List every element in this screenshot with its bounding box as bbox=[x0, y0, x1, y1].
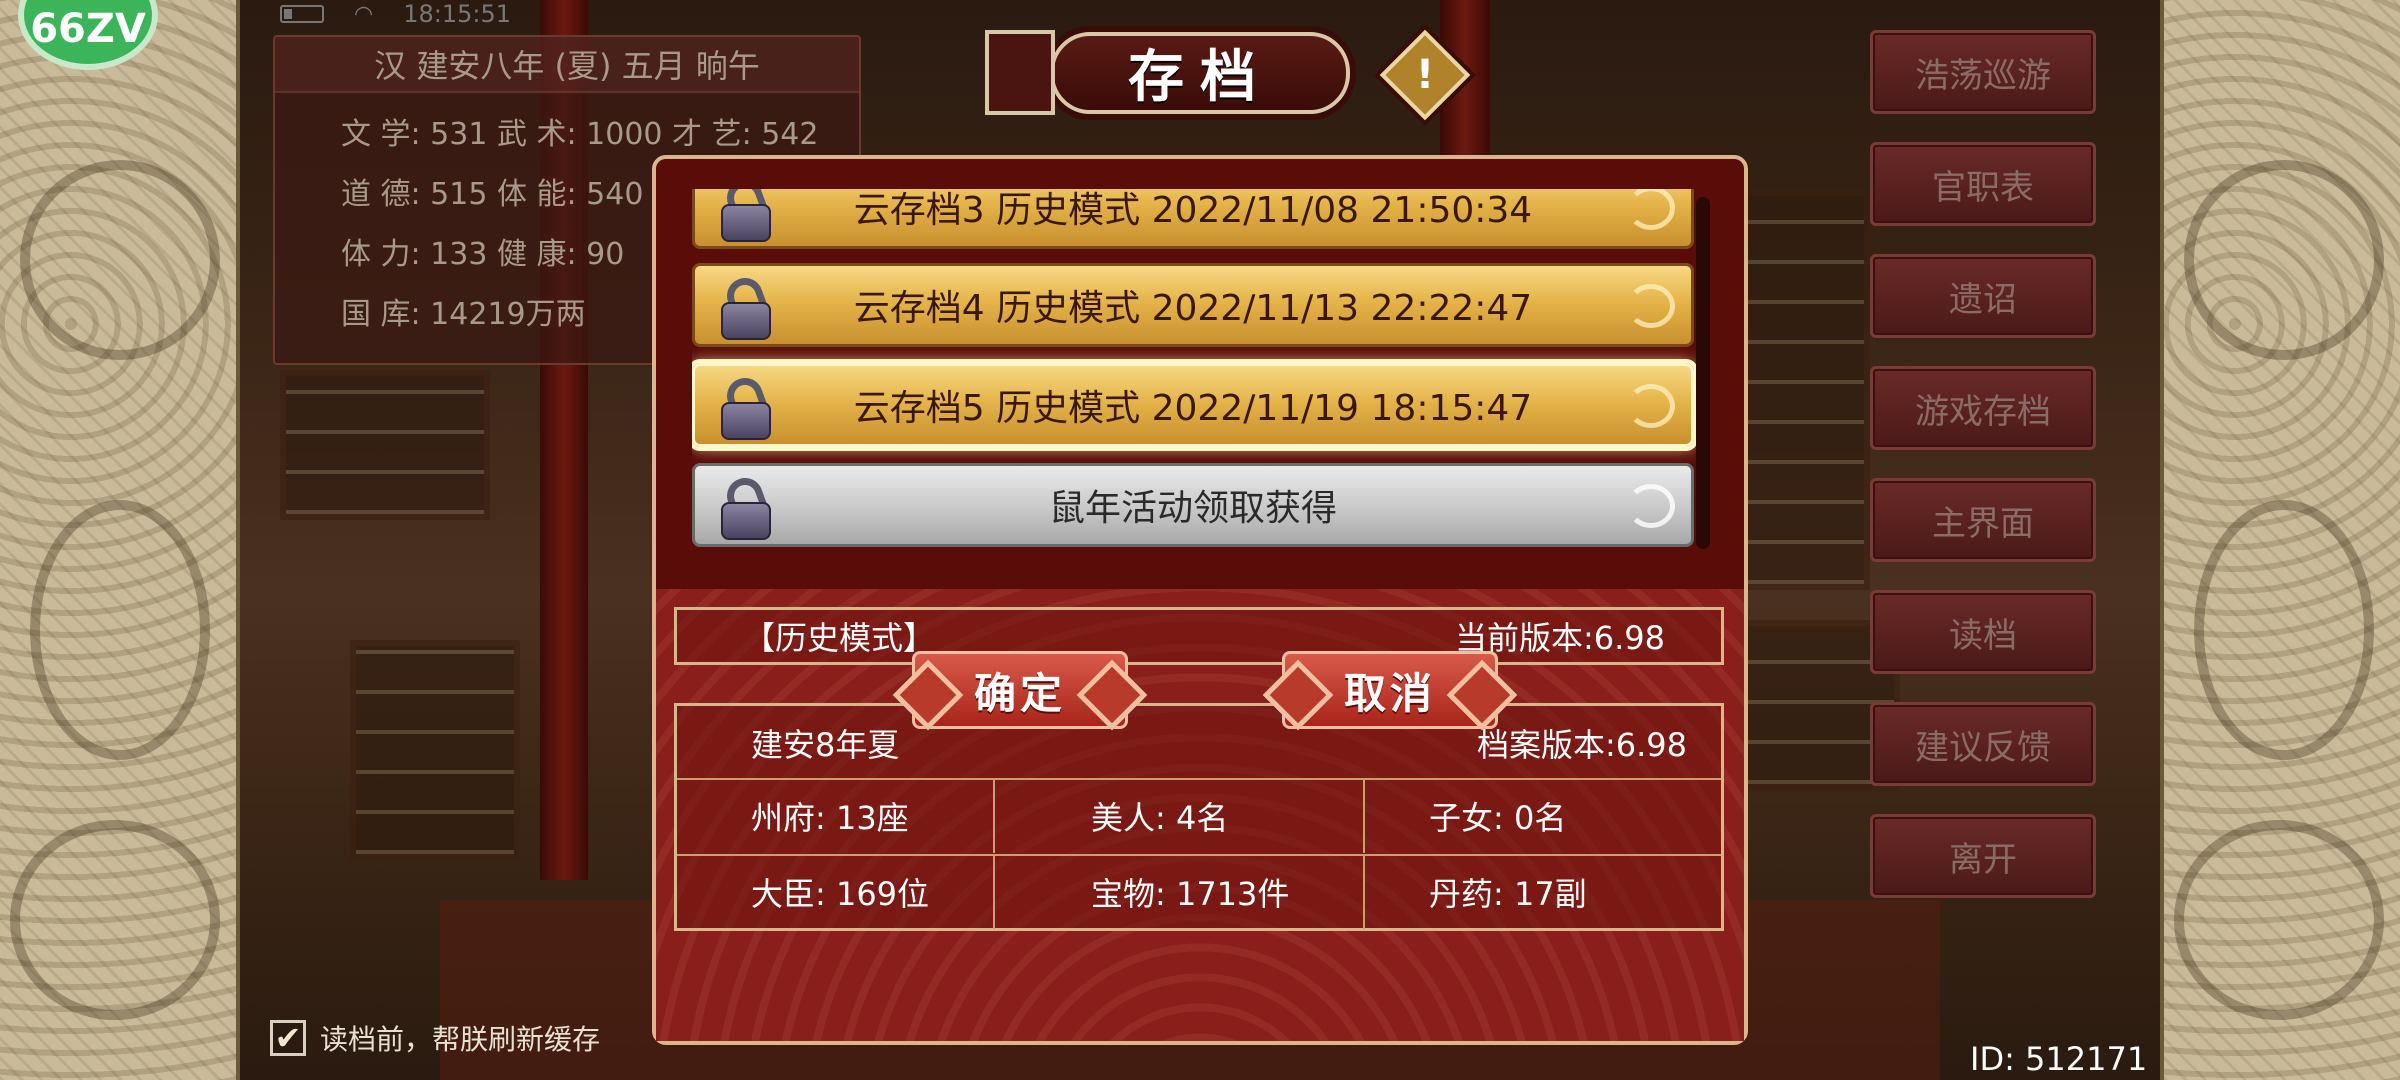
save-period: 建安8年夏 bbox=[751, 726, 900, 764]
dragon-ornament bbox=[20, 160, 220, 360]
save-slot[interactable]: 鼠年活动领取获得 bbox=[692, 463, 1694, 547]
save-slot[interactable]: 云存档3 历史模式 2022/11/08 21:50:34 bbox=[692, 189, 1694, 249]
menu-button-game-save[interactable]: 游戏存档 bbox=[1870, 366, 2096, 450]
dragon-ornament bbox=[10, 820, 220, 1020]
scroll-ornament-icon bbox=[1627, 384, 1675, 428]
dragon-ornament bbox=[2174, 820, 2384, 1020]
scroll-ornament-icon bbox=[1627, 484, 1675, 528]
save-mode-row: 【历史模式】 当前版本:6.98 bbox=[674, 607, 1724, 665]
save-dialog-title: 存档 bbox=[985, 20, 1415, 125]
stats-line-2: 道 德: 515 体 能: 540 bbox=[341, 177, 644, 212]
save-dialog: 云存档3 历史模式 2022/11/08 21:50:34 云存档4 历史模式 … bbox=[652, 155, 1748, 1045]
scroll-ornament-icon bbox=[1627, 284, 1675, 328]
battery-icon bbox=[280, 5, 324, 23]
dragon-ornament bbox=[2184, 160, 2384, 360]
unlock-icon bbox=[719, 189, 775, 242]
save-info-section: 【历史模式】 当前版本:6.98 建安8年夏 档案版本:6.98 州府: 13座… bbox=[656, 589, 1744, 1041]
stats-line-1: 文 学: 531 武 术: 1000 才 艺: 542 bbox=[341, 117, 819, 152]
left-dragon-panel bbox=[0, 0, 240, 1080]
refresh-cache-label: 读档前，帮朕刷新缓存 bbox=[320, 1023, 601, 1056]
file-version: 档案版本:6.98 bbox=[1476, 726, 1687, 764]
save-slot-label: 鼠年活动领取获得 bbox=[1048, 488, 1337, 529]
save-stats-row: 大臣: 169位 宝物: 1713件 丹药: 17副 bbox=[677, 854, 1721, 929]
dragon-ornament bbox=[30, 500, 210, 760]
save-stats-row: 州府: 13座 美人: 4名 子女: 0名 bbox=[677, 778, 1721, 853]
save-list-scrollbar[interactable] bbox=[1696, 197, 1710, 549]
menu-button-load-save[interactable]: 读档 bbox=[1870, 590, 2096, 674]
menu-button-testament[interactable]: 遗诏 bbox=[1870, 254, 2096, 338]
confirm-button[interactable]: 确定 bbox=[912, 651, 1128, 729]
stat-cell-beauties: 美人: 4名 bbox=[993, 779, 1363, 853]
player-id: ID: 512171 bbox=[1970, 1040, 2148, 1078]
save-details-table: 建安8年夏 档案版本:6.98 州府: 13座 美人: 4名 子女: 0名 大臣… bbox=[674, 703, 1724, 931]
menu-button-official-ranks[interactable]: 官职表 bbox=[1870, 142, 2096, 226]
lattice-window bbox=[280, 370, 490, 520]
stats-line-treasury: 国 库: 14219万两 bbox=[341, 297, 586, 332]
menu-button-feedback[interactable]: 建议反馈 bbox=[1870, 702, 2096, 786]
status-bar: ◠ 18:15:51 bbox=[280, 0, 600, 28]
save-slot[interactable]: 云存档4 历史模式 2022/11/13 22:22:47 bbox=[692, 263, 1694, 347]
stats-line-3: 体 力: 133 健 康: 90 bbox=[341, 237, 625, 272]
stat-cell-ministers: 大臣: 169位 bbox=[751, 875, 930, 913]
unlock-icon bbox=[719, 372, 775, 440]
stat-cell-treasures: 宝物: 1713件 bbox=[993, 855, 1363, 929]
right-dragon-panel bbox=[2160, 0, 2400, 1080]
save-mode: 【历史模式】 bbox=[743, 619, 936, 657]
stat-cell-provinces: 州府: 13座 bbox=[751, 799, 909, 837]
unlock-icon bbox=[719, 272, 775, 340]
lattice-cabinet bbox=[350, 640, 520, 860]
title-ornament-left bbox=[985, 30, 1055, 115]
unlock-icon bbox=[719, 472, 775, 540]
cancel-button[interactable]: 取消 bbox=[1282, 651, 1498, 729]
save-slot-label: 云存档3 历史模式 2022/11/08 21:50:34 bbox=[853, 190, 1533, 231]
save-slot-label: 云存档4 历史模式 2022/11/13 22:22:47 bbox=[853, 288, 1533, 329]
save-slot-list-panel: 云存档3 历史模式 2022/11/08 21:50:34 云存档4 历史模式 … bbox=[656, 159, 1744, 589]
menu-button-tour[interactable]: 浩荡巡游 bbox=[1870, 30, 2096, 114]
refresh-cache-option[interactable]: ✔ 读档前，帮朕刷新缓存 bbox=[270, 1018, 600, 1058]
save-slot-list: 云存档3 历史模式 2022/11/08 21:50:34 云存档4 历史模式 … bbox=[692, 189, 1702, 549]
save-slot-selected[interactable]: 云存档5 历史模式 2022/11/19 18:15:47 bbox=[692, 363, 1694, 447]
wifi-icon: ◠ bbox=[354, 1, 374, 27]
stat-cell-elixirs: 丹药: 17副 bbox=[1363, 855, 1721, 929]
game-date: 汉 建安八年 (夏) 五月 晌午 bbox=[275, 37, 859, 93]
save-slot-label: 云存档5 历史模式 2022/11/19 18:15:47 bbox=[853, 388, 1533, 429]
status-time: 18:15:51 bbox=[403, 0, 511, 28]
refresh-cache-checkbox[interactable]: ✔ bbox=[270, 1020, 306, 1056]
dragon-ornament bbox=[2194, 500, 2374, 760]
scroll-ornament-icon bbox=[1627, 189, 1675, 230]
menu-button-leave[interactable]: 离开 bbox=[1870, 814, 2096, 898]
save-period-row: 建安8年夏 档案版本:6.98 bbox=[677, 706, 1721, 780]
menu-button-main-screen[interactable]: 主界面 bbox=[1870, 478, 2096, 562]
dialog-title: 存档 bbox=[1050, 31, 1350, 114]
stat-cell-children: 子女: 0名 bbox=[1363, 779, 1721, 853]
